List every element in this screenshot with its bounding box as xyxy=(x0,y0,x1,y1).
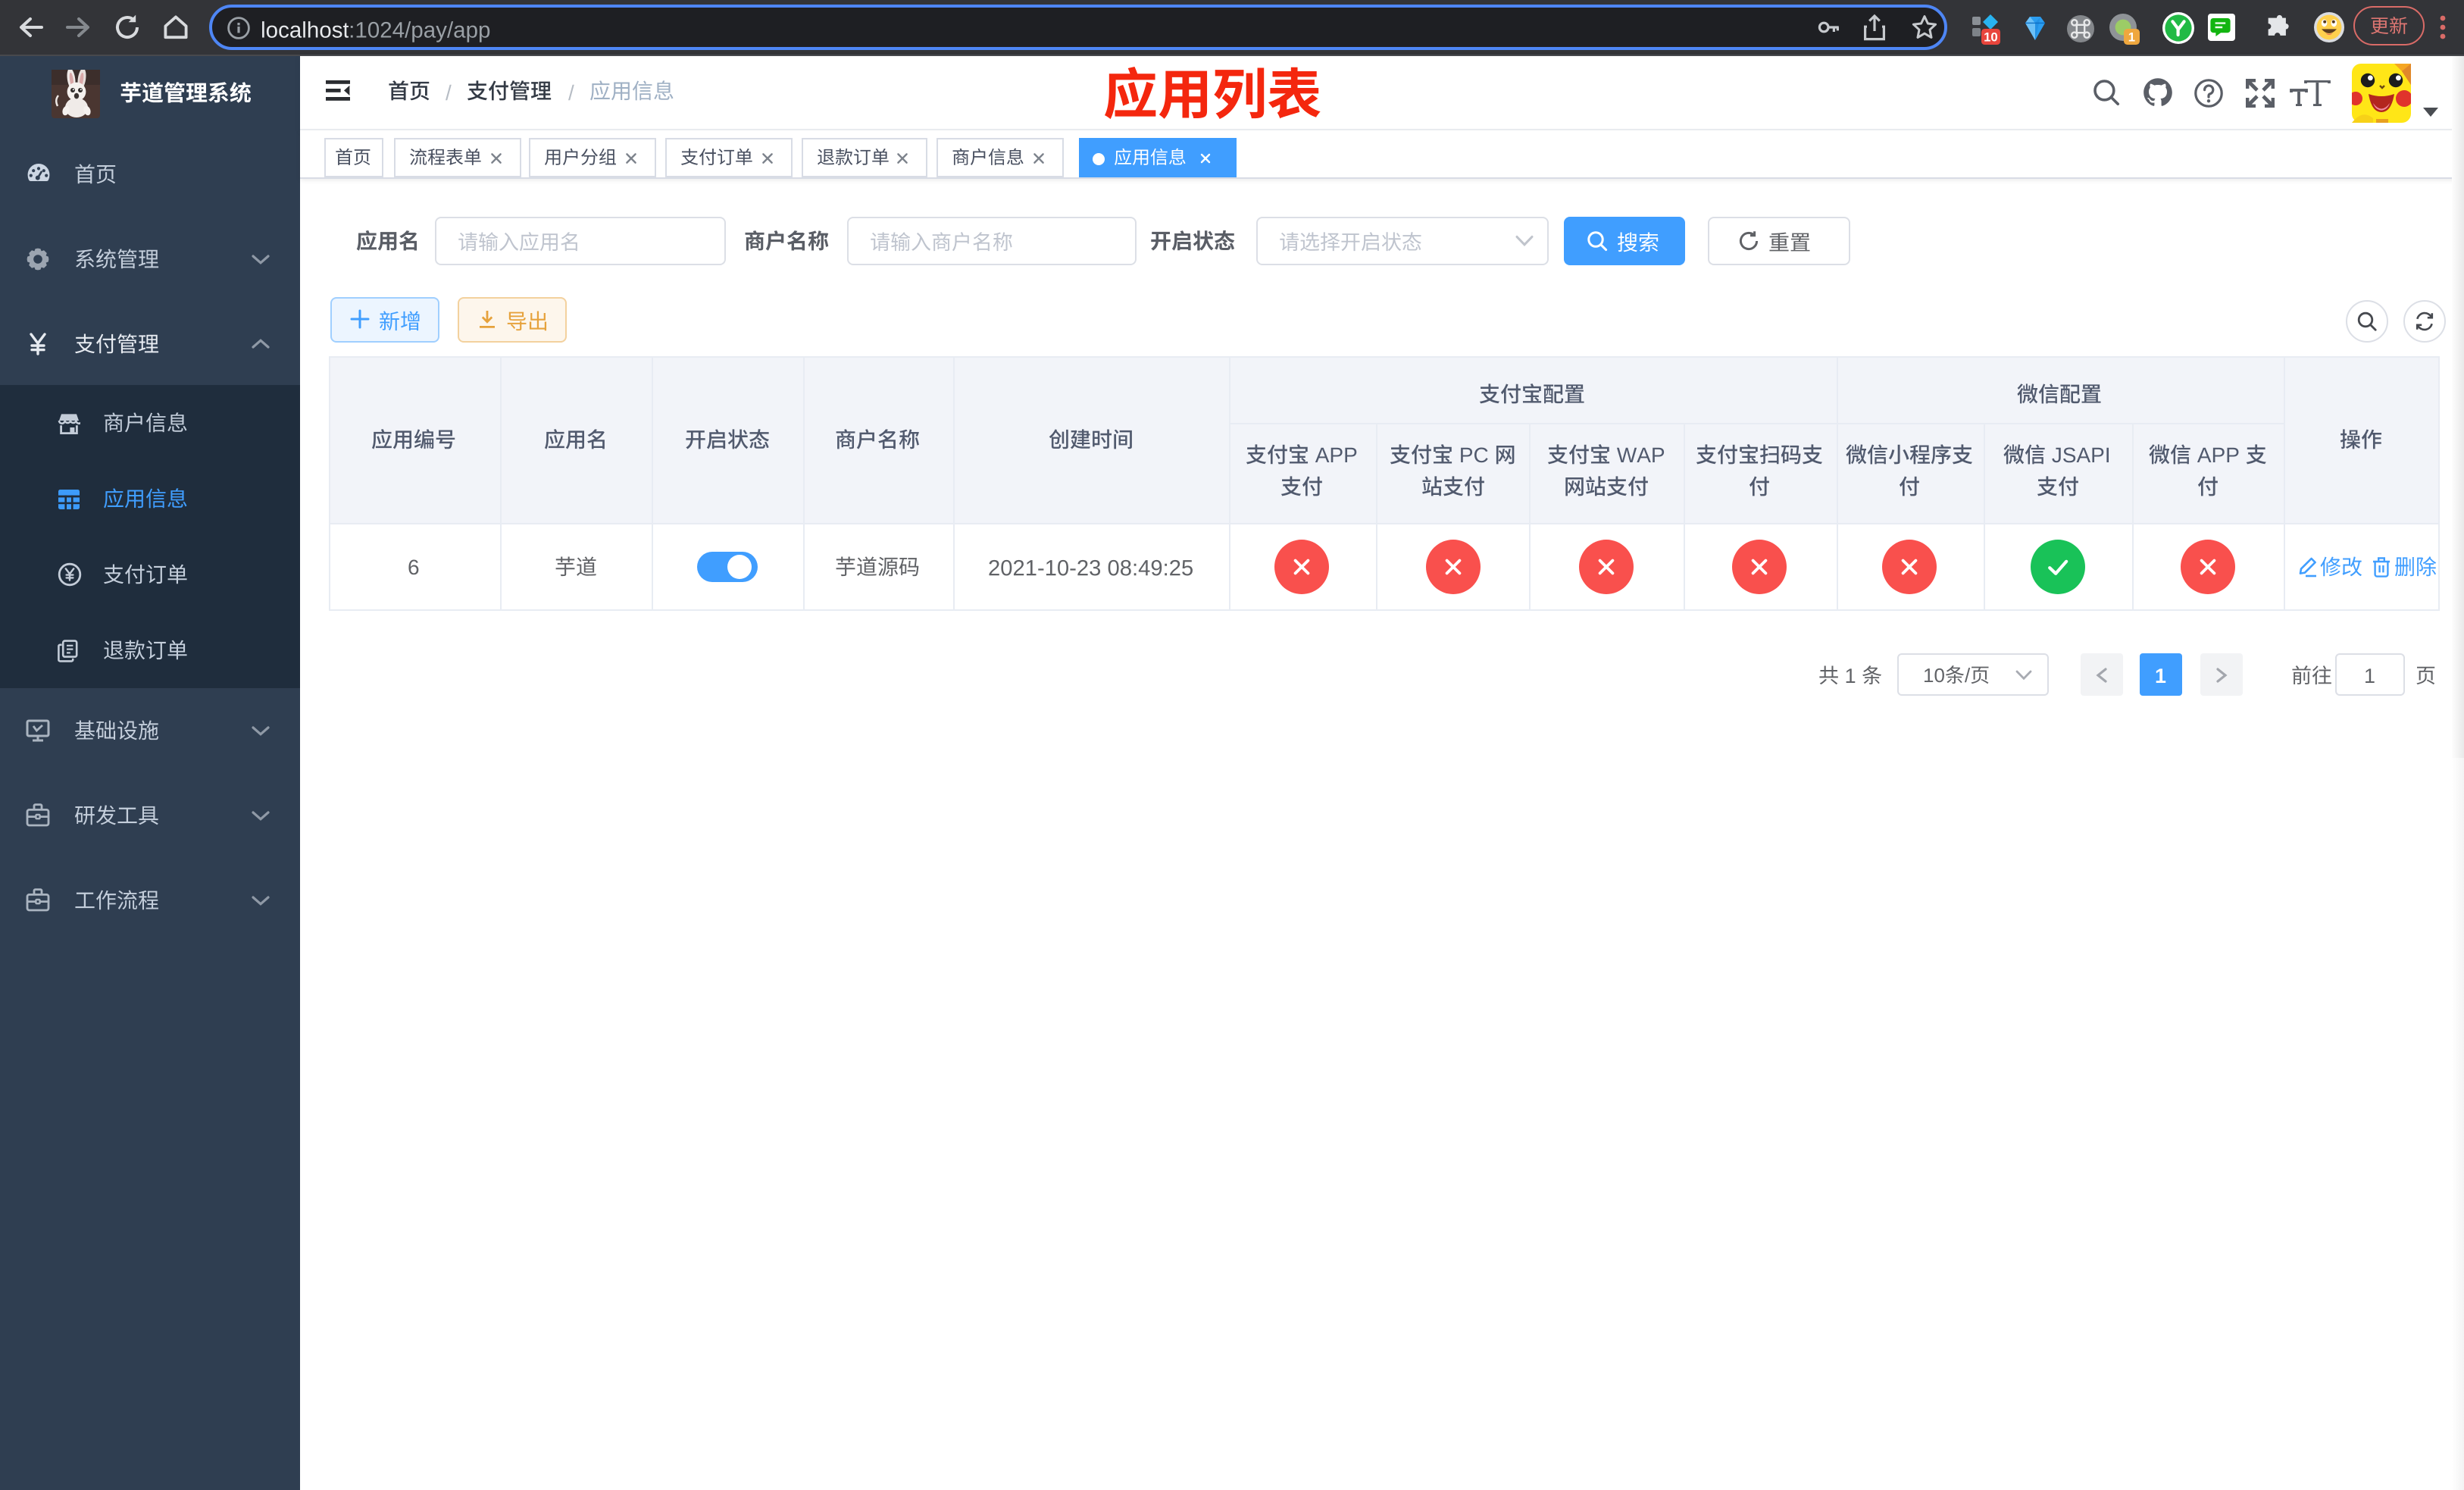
svg-text:1: 1 xyxy=(2128,30,2135,44)
svg-text:10: 10 xyxy=(1984,30,1998,44)
